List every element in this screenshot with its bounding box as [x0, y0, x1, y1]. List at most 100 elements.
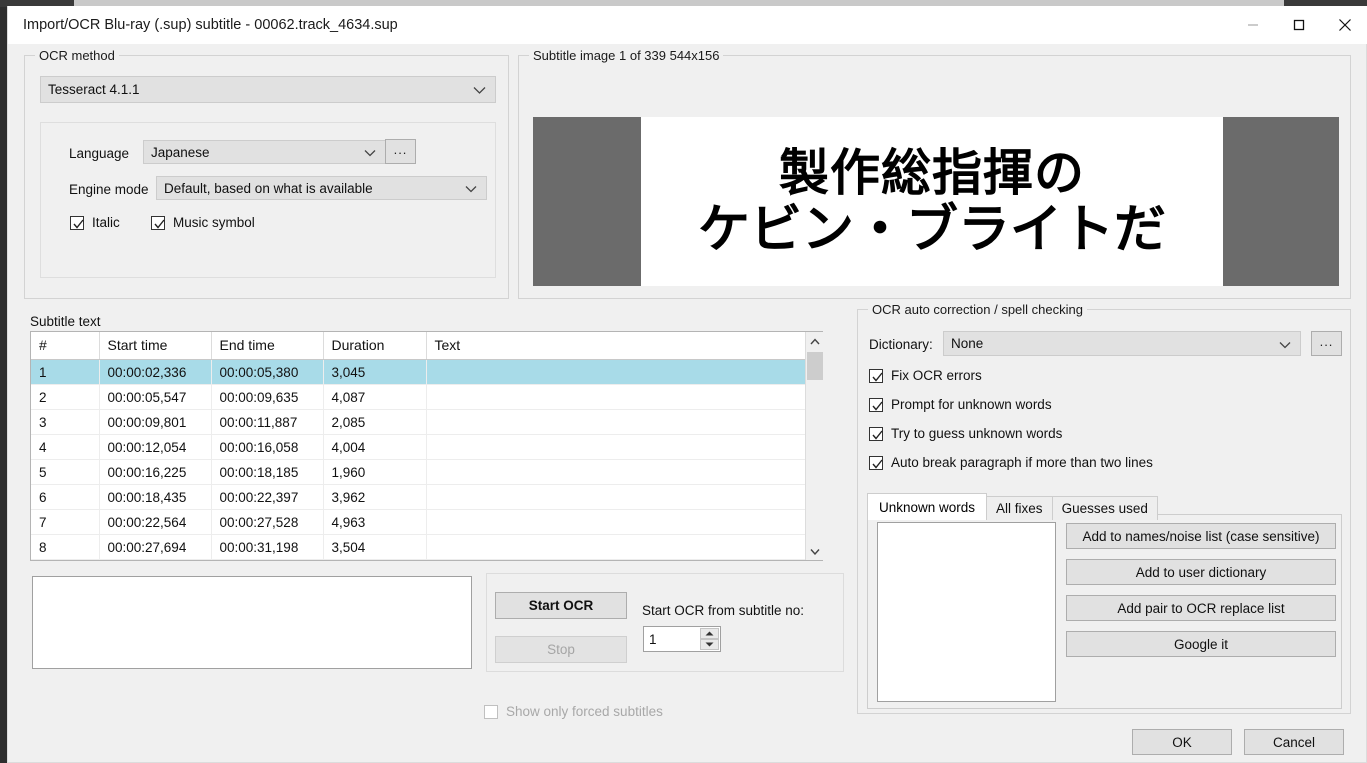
- cell-text: [426, 359, 822, 385]
- cell-start-time: 00:00:18,435: [99, 484, 212, 510]
- try-to-guess-unknown-words-checkbox[interactable]: Try to guess unknown words: [869, 426, 1062, 441]
- ocr-method-group: OCR method Tesseract 4.1.1 Language Japa…: [24, 48, 509, 299]
- google-it-button[interactable]: Google it: [1066, 631, 1336, 657]
- cell-start-time: 00:00:27,694: [99, 534, 212, 560]
- checkbox-box: [869, 368, 883, 383]
- column-header-num[interactable]: #: [31, 332, 100, 360]
- music-symbol-checkbox[interactable]: Music symbol: [151, 215, 255, 230]
- subtitle-image-group: Subtitle image 1 of 339 544x156 製作総指揮の ケ…: [518, 48, 1351, 299]
- fix-ocr-errors-checkbox[interactable]: Fix OCR errors: [869, 368, 982, 383]
- check-icon: [872, 458, 883, 473]
- engine-mode-value: Default, based on what is available: [164, 180, 373, 196]
- column-header-start-time[interactable]: Start time: [99, 332, 212, 360]
- cancel-button[interactable]: Cancel: [1244, 729, 1344, 755]
- italic-checkbox[interactable]: Italic: [70, 215, 120, 230]
- show-only-forced-subtitles-label: Show only forced subtitles: [506, 704, 663, 719]
- ocr-auto-correction-group-label: OCR auto correction / spell checking: [868, 302, 1087, 317]
- cell-end-time: 00:00:18,185: [211, 459, 324, 485]
- cell-end-time: 00:00:09,635: [211, 384, 324, 410]
- table-row[interactable]: 1 00:00:02,336 00:00:05,380 3,045: [31, 359, 822, 385]
- scroll-down-icon[interactable]: [806, 542, 824, 560]
- engine-mode-label: Engine mode: [69, 182, 149, 197]
- ok-button[interactable]: OK: [1132, 729, 1232, 755]
- cell-end-time: 00:00:22,397: [211, 484, 324, 510]
- cell-start-time: 00:00:12,054: [99, 434, 212, 460]
- ocr-engine-select[interactable]: Tesseract 4.1.1: [40, 76, 496, 103]
- start-from-subtitle-stepper[interactable]: 1: [643, 626, 721, 652]
- language-browse-button[interactable]: ...: [385, 139, 416, 164]
- title-bar: Import/OCR Blu-ray (.sup) subtitle - 000…: [8, 6, 1367, 44]
- start-from-subtitle-label: Start OCR from subtitle no:: [642, 603, 805, 618]
- ocr-engine-value: Tesseract 4.1.1: [48, 82, 140, 97]
- scrollbar-thumb[interactable]: [807, 352, 823, 380]
- column-header-text[interactable]: Text: [426, 332, 822, 360]
- unknown-words-list[interactable]: [877, 522, 1056, 702]
- italic-label: Italic: [92, 215, 120, 230]
- cell-duration: 3,962: [323, 484, 427, 510]
- add-pair-to-ocr-replace-list-button[interactable]: Add pair to OCR replace list: [1066, 595, 1336, 621]
- table-row[interactable]: 2 00:00:05,547 00:00:09,635 4,087: [31, 384, 822, 410]
- import-ocr-dialog: Import/OCR Blu-ray (.sup) subtitle - 000…: [7, 6, 1367, 763]
- music-symbol-label: Music symbol: [173, 215, 255, 230]
- ocr-log-textbox[interactable]: [32, 576, 472, 669]
- subtitle-image-group-label: Subtitle image 1 of 339 544x156: [529, 48, 724, 63]
- dictionary-browse-button[interactable]: ...: [1311, 331, 1342, 356]
- checkbox-box: [70, 215, 84, 230]
- auto-break-paragraph-label: Auto break paragraph if more than two li…: [891, 455, 1153, 470]
- close-icon[interactable]: [1322, 6, 1367, 44]
- minimize-icon[interactable]: [1230, 6, 1276, 44]
- column-header-end-time[interactable]: End time: [211, 332, 324, 360]
- table-row[interactable]: 6 00:00:18,435 00:00:22,397 3,962: [31, 484, 822, 510]
- dictionary-label: Dictionary:: [869, 337, 933, 352]
- prompt-for-unknown-words-label: Prompt for unknown words: [891, 397, 1052, 412]
- table-row[interactable]: 8 00:00:27,694 00:00:31,198 3,504: [31, 534, 822, 560]
- preview-image-canvas: 製作総指揮の ケビン・ブライトだ: [641, 117, 1223, 286]
- table-row[interactable]: 3 00:00:09,801 00:00:11,887 2,085: [31, 409, 822, 435]
- column-header-duration[interactable]: Duration: [323, 332, 427, 360]
- cell-duration: 4,004: [323, 434, 427, 460]
- preview-right-bar: [1223, 117, 1339, 286]
- prompt-for-unknown-words-checkbox[interactable]: Prompt for unknown words: [869, 397, 1052, 412]
- auto-break-paragraph-checkbox[interactable]: Auto break paragraph if more than two li…: [869, 455, 1153, 470]
- cell-start-time: 00:00:22,564: [99, 509, 212, 535]
- window-controls: [1230, 6, 1367, 44]
- stepper-up-icon[interactable]: [700, 628, 719, 639]
- engine-mode-select[interactable]: Default, based on what is available: [156, 176, 487, 200]
- cell-text: [426, 509, 822, 535]
- cell-text: [426, 484, 822, 510]
- stepper-buttons: [700, 628, 719, 650]
- cell-duration: 4,963: [323, 509, 427, 535]
- table-row[interactable]: 4 00:00:12,054 00:00:16,058 4,004: [31, 434, 822, 460]
- show-only-forced-subtitles-checkbox: Show only forced subtitles: [484, 704, 663, 719]
- table-row[interactable]: 5 00:00:16,225 00:00:18,185 1,960: [31, 459, 822, 485]
- add-to-names-noise-list-button[interactable]: Add to names/noise list (case sensitive): [1066, 523, 1336, 549]
- start-from-subtitle-value: 1: [649, 631, 657, 647]
- cell-num: 5: [31, 459, 100, 485]
- table-row[interactable]: 7 00:00:22,564 00:00:27,528 4,963: [31, 509, 822, 535]
- cell-start-time: 00:00:09,801: [99, 409, 212, 435]
- cell-text: [426, 534, 822, 560]
- tab-unknown-words[interactable]: Unknown words: [867, 493, 988, 520]
- cell-num: 6: [31, 484, 100, 510]
- cell-duration: 4,087: [323, 384, 427, 410]
- subtitle-list[interactable]: # Start time End time Duration Text 1 00:…: [30, 331, 823, 561]
- dictionary-select[interactable]: None: [943, 331, 1301, 356]
- language-select[interactable]: Japanese: [143, 140, 386, 164]
- ocr-auto-correction-group: OCR auto correction / spell checking Dic…: [857, 302, 1351, 714]
- scroll-up-icon[interactable]: [806, 332, 824, 350]
- start-ocr-button[interactable]: Start OCR: [495, 592, 627, 619]
- cell-num: 3: [31, 409, 100, 435]
- cell-text: [426, 434, 822, 460]
- preview-text-line1: 製作総指揮の: [779, 143, 1085, 202]
- add-to-user-dictionary-button[interactable]: Add to user dictionary: [1066, 559, 1336, 585]
- checkbox-box: [869, 426, 883, 441]
- language-label: Language: [69, 146, 130, 161]
- stepper-down-icon[interactable]: [700, 639, 719, 650]
- subtitle-text-label: Subtitle text: [30, 314, 101, 329]
- maximize-icon[interactable]: [1276, 6, 1322, 44]
- tab-guesses-used[interactable]: Guesses used: [1051, 496, 1158, 520]
- dictionary-value: None: [951, 336, 984, 351]
- cell-num: 1: [31, 359, 100, 385]
- subtitle-list-scrollbar[interactable]: [805, 332, 823, 560]
- tab-all-fixes[interactable]: All fixes: [986, 496, 1053, 520]
